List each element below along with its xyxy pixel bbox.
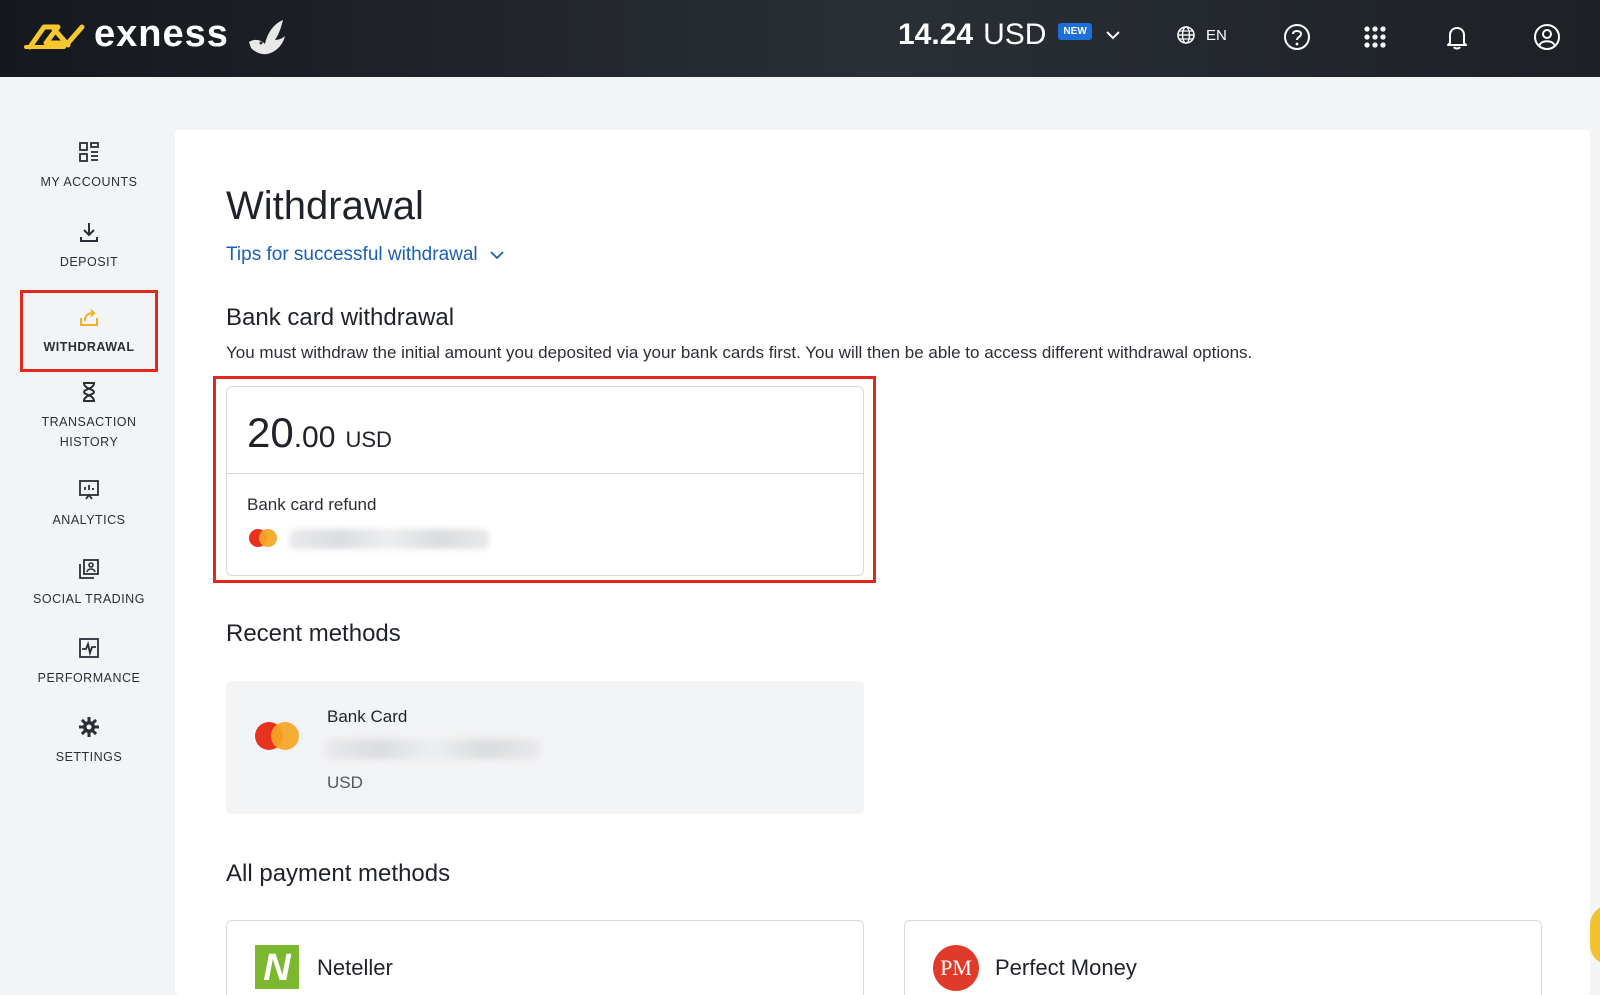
sidebar-item-deposit[interactable]: DEPOSIT bbox=[20, 220, 158, 272]
mastercard-icon bbox=[249, 529, 277, 547]
language-code: EN bbox=[1206, 26, 1227, 44]
divider bbox=[227, 473, 863, 474]
page-title: Withdrawal bbox=[226, 184, 424, 228]
sidebar-item-analytics[interactable]: ANALYTICS bbox=[20, 478, 158, 530]
tips-link[interactable]: Tips for successful withdrawal bbox=[226, 244, 506, 266]
neteller-logo: N bbox=[255, 945, 299, 989]
brand-name: exness bbox=[94, 12, 229, 55]
top-navigation-bar: exness 14.24 USD NEW EN bbox=[0, 0, 1600, 77]
sidebar-item-transaction-history[interactable]: TRANSACTION HISTORY bbox=[20, 380, 158, 452]
amount-decimal: .00 bbox=[293, 421, 336, 454]
amount-currency: USD bbox=[345, 427, 392, 452]
payment-method-name: Perfect Money bbox=[995, 955, 1137, 980]
method-currency: USD bbox=[327, 773, 363, 792]
chevron-down-icon bbox=[490, 251, 504, 260]
hourglass-icon bbox=[82, 382, 96, 402]
chart-board-icon bbox=[79, 480, 99, 500]
method-name: Bank Card bbox=[327, 707, 408, 726]
payment-method-neteller[interactable]: N Neteller bbox=[226, 920, 864, 995]
gear-icon bbox=[79, 717, 99, 737]
sidebar-item-label: MY ACCOUNTS bbox=[40, 175, 138, 189]
mastercard-icon bbox=[255, 722, 299, 750]
tips-link-label: Tips for successful withdrawal bbox=[226, 244, 478, 265]
bank-card-withdrawal-description: You must withdraw the initial amount you… bbox=[226, 343, 1253, 362]
performance-icon bbox=[79, 638, 99, 658]
globe-icon bbox=[1177, 26, 1195, 44]
live-chat-button[interactable] bbox=[1590, 905, 1600, 965]
sidebar-item-label: WITHDRAWAL bbox=[43, 340, 135, 354]
apps-grid-icon[interactable] bbox=[1360, 22, 1390, 52]
bank-card-refund-card[interactable]: 20 .00 USD Bank card refund bbox=[226, 386, 864, 576]
dove-icon bbox=[248, 20, 285, 55]
dashboard-icon bbox=[79, 142, 99, 162]
sidebar-item-settings[interactable]: SETTINGS bbox=[20, 715, 158, 767]
exness-logo[interactable]: exness bbox=[24, 12, 289, 62]
sidebar-item-label: TRANSACTION HISTORY bbox=[41, 415, 137, 449]
new-badge: NEW bbox=[1058, 22, 1092, 40]
sidebar-item-performance[interactable]: PERFORMANCE bbox=[20, 636, 158, 688]
sidebar-item-social-trading[interactable]: SOCIAL TRADING bbox=[20, 557, 158, 609]
withdraw-icon bbox=[80, 309, 98, 326]
account-balance-selector[interactable]: 14.24 USD NEW bbox=[898, 18, 1122, 52]
all-payment-methods-title: All payment methods bbox=[226, 860, 451, 887]
recent-methods-title: Recent methods bbox=[226, 620, 401, 647]
perfect-money-logo: PM bbox=[933, 945, 979, 991]
download-icon bbox=[80, 223, 98, 242]
sidebar-item-my-accounts[interactable]: MY ACCOUNTS bbox=[20, 140, 158, 192]
masked-card-number bbox=[289, 529, 489, 549]
social-trading-icon bbox=[79, 559, 99, 579]
masked-card-number bbox=[325, 739, 540, 759]
bell-icon[interactable] bbox=[1442, 22, 1472, 52]
refund-amount: 20 .00 USD bbox=[247, 409, 392, 457]
sidebar-item-withdrawal[interactable]: WITHDRAWAL bbox=[20, 290, 158, 372]
payment-method-name: Neteller bbox=[317, 955, 393, 980]
exness-logo-mark-icon bbox=[24, 24, 85, 50]
sidebar-item-label: SOCIAL TRADING bbox=[33, 592, 145, 606]
sidebar-item-label: PERFORMANCE bbox=[37, 671, 141, 685]
balance-amount: 14.24 bbox=[898, 18, 974, 51]
sidebar-item-label: DEPOSIT bbox=[59, 255, 119, 269]
amount-integer: 20 bbox=[247, 409, 294, 456]
help-icon[interactable] bbox=[1282, 22, 1312, 52]
sidebar-item-label: SETTINGS bbox=[55, 750, 123, 764]
language-selector[interactable]: EN bbox=[1176, 25, 1227, 45]
recent-method-bank-card[interactable]: Bank Card USD bbox=[226, 681, 864, 814]
chevron-down-icon[interactable] bbox=[1104, 26, 1122, 44]
sidebar-item-label: ANALYTICS bbox=[52, 513, 126, 527]
bank-card-withdrawal-title: Bank card withdrawal bbox=[226, 304, 455, 331]
balance-currency: USD bbox=[983, 18, 1047, 51]
user-profile-icon[interactable] bbox=[1532, 22, 1562, 52]
refund-label: Bank card refund bbox=[247, 495, 377, 514]
payment-method-perfect-money[interactable]: PM Perfect Money bbox=[904, 920, 1542, 995]
